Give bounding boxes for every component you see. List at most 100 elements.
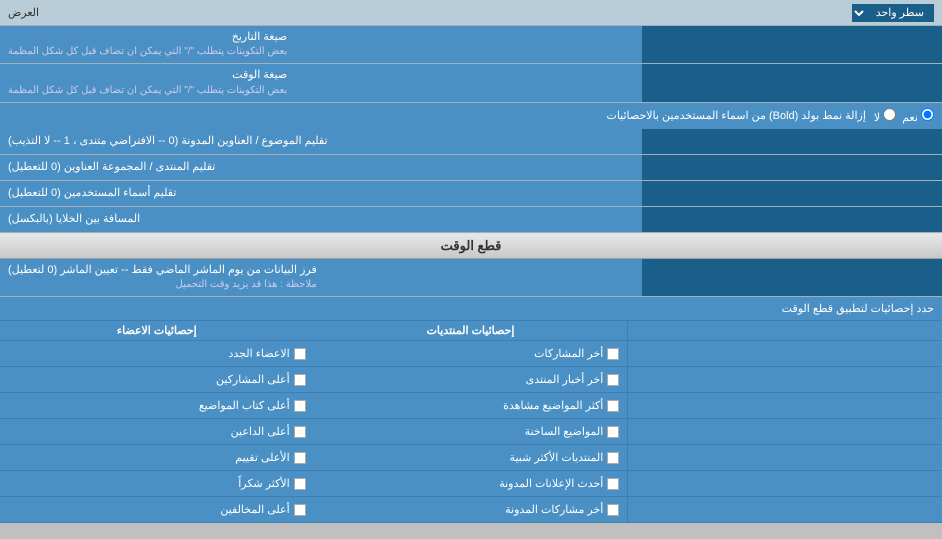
- stat-item-row3-col2[interactable]: أكثر المواضيع مشاهدة: [322, 397, 620, 414]
- bold-yes-label[interactable]: نعم: [902, 108, 934, 124]
- time-format-input-wrapper[interactable]: H:i: [642, 64, 942, 101]
- checkbox-icon-5-2[interactable]: [607, 452, 619, 464]
- col-spacing-row: 2 المسافة بين الخلايا (بالبكسل): [0, 207, 942, 233]
- stats-row-1: أخر المشاركات الاعضاء الجدد: [0, 341, 942, 367]
- time-limit-input[interactable]: 0: [650, 270, 934, 284]
- checkbox-icon-6-2[interactable]: [607, 478, 619, 490]
- stat-label-6-3: الأكثر شكراً: [238, 477, 289, 490]
- topic-address-input[interactable]: 33: [650, 134, 934, 148]
- stats-row3-empty: [628, 393, 942, 418]
- checkbox-icon-4-2[interactable]: [607, 426, 619, 438]
- stat-item-row4-col3[interactable]: أعلى الداعين: [8, 423, 306, 440]
- stats-row7-empty: [628, 497, 942, 522]
- display-row: سطر واحدسطرينثلاثة أسطر العرض: [0, 0, 942, 26]
- stat-item-row2-col3[interactable]: أعلى المشاركين: [8, 371, 306, 388]
- forum-address-input[interactable]: 33: [650, 160, 934, 174]
- stats-row2-col2: أخر أخبار المنتدى: [314, 367, 629, 392]
- stat-label-3-3: أعلى كتاب المواضيع: [199, 399, 290, 412]
- stat-label-1-3: الاعضاء الجدد: [228, 347, 289, 360]
- checkbox-icon-3-3[interactable]: [294, 400, 306, 412]
- stats-row-7: أخر مشاركات المدونة أعلى المخالفين: [0, 497, 942, 523]
- stats-row7-col2: أخر مشاركات المدونة: [314, 497, 629, 522]
- stats-header-row: إحصائيات المنتديات إحصائيات الاعضاء: [0, 321, 942, 341]
- stats-row2-col3: أعلى المشاركين: [0, 367, 314, 392]
- bold-no-radio[interactable]: [883, 108, 896, 121]
- checkbox-icon-1-2[interactable]: [607, 348, 619, 360]
- checkbox-icon-2-3[interactable]: [294, 374, 306, 386]
- stat-item-row1-col2[interactable]: أخر المشاركات: [322, 345, 620, 362]
- stat-item-row3-col3[interactable]: أعلى كتاب المواضيع: [8, 397, 306, 414]
- forum-address-input-wrapper[interactable]: 33: [642, 155, 942, 180]
- stat-label-3-2: أكثر المواضيع مشاهدة: [503, 399, 603, 412]
- bold-yes-radio[interactable]: [921, 108, 934, 121]
- col-spacing-label: المسافة بين الخلايا (بالبكسل): [0, 207, 642, 232]
- stats-row6-col3: الأكثر شكراً: [0, 471, 314, 496]
- bold-remove-row: نعم لا إزالة نمط بولد (Bold) من اسماء ال…: [0, 103, 942, 129]
- stat-item-row5-col3[interactable]: الأعلى تقييم: [8, 449, 306, 466]
- stat-label-4-3: أعلى الداعين: [231, 425, 290, 438]
- stats-row4-col3: أعلى الداعين: [0, 419, 314, 444]
- stats-row-5: المنتديات الأكثر شبية الأعلى تقييم: [0, 445, 942, 471]
- stats-row6-col2: أحدث الإعلانات المدونة: [314, 471, 629, 496]
- stats-row-3: أكثر المواضيع مشاهدة أعلى كتاب المواضيع: [0, 393, 942, 419]
- user-names-input-wrapper[interactable]: 0: [642, 181, 942, 206]
- date-format-input[interactable]: d-m: [650, 38, 934, 52]
- checkbox-icon-4-3[interactable]: [294, 426, 306, 438]
- user-names-label: تقليم أسماء المستخدمين (0 للتعطيل): [0, 181, 642, 206]
- stat-item-row4-col2[interactable]: المواضيع الساخنة: [322, 423, 620, 440]
- topic-address-input-wrapper[interactable]: 33: [642, 129, 942, 154]
- checkbox-icon-3-2[interactable]: [607, 400, 619, 412]
- time-limit-label: فرز البيانات من يوم الماشر الماضي فقط --…: [0, 259, 642, 296]
- stats-header-forums: إحصائيات المنتديات: [314, 321, 629, 340]
- forum-address-label: تقليم المنتدى / المجموعة العناوين (0 للت…: [0, 155, 642, 180]
- stats-limit-section: حدد إحصائيات لتطبيق قطع الوقت: [0, 297, 942, 321]
- date-format-input-wrapper[interactable]: d-m: [642, 26, 942, 63]
- stats-row7-col3: أعلى المخالفين: [0, 497, 314, 522]
- date-format-row: d-m صيغة التاريخ بعض التكوينات يتطلب "/"…: [0, 26, 942, 64]
- stat-item-row6-col2[interactable]: أحدث الإعلانات المدونة: [322, 475, 620, 492]
- stats-row5-col3: الأعلى تقييم: [0, 445, 314, 470]
- display-select[interactable]: سطر واحدسطرينثلاثة أسطر: [852, 4, 934, 22]
- checkbox-icon-5-3[interactable]: [294, 452, 306, 464]
- display-select-wrapper[interactable]: سطر واحدسطرينثلاثة أسطر: [852, 4, 934, 22]
- stats-row1-empty: [628, 341, 942, 366]
- stats-row-2: أخر أخبار المنتدى أعلى المشاركين: [0, 367, 942, 393]
- bold-radio-group: نعم لا: [874, 108, 934, 124]
- stat-item-row5-col2[interactable]: المنتديات الأكثر شبية: [322, 449, 620, 466]
- stats-row2-empty: [628, 367, 942, 392]
- stat-label-6-2: أحدث الإعلانات المدونة: [499, 477, 603, 490]
- stat-item-row7-col3[interactable]: أعلى المخالفين: [8, 501, 306, 518]
- time-format-input[interactable]: H:i: [650, 76, 934, 90]
- col-spacing-input[interactable]: 2: [650, 212, 934, 226]
- stats-header-empty: [628, 321, 942, 340]
- checkbox-icon-2-2[interactable]: [607, 374, 619, 386]
- stats-header-members: إحصائيات الاعضاء: [0, 321, 314, 340]
- bold-no-label[interactable]: لا: [874, 108, 896, 124]
- time-format-label: صيغة الوقت بعض التكوينات يتطلب "/" التي …: [0, 64, 642, 101]
- stats-row6-empty: [628, 471, 942, 496]
- topic-address-row: 33 تقليم الموضوع / العناوين المدونة (0 -…: [0, 129, 942, 155]
- checkbox-icon-6-3[interactable]: [294, 478, 306, 490]
- stats-row3-col2: أكثر المواضيع مشاهدة: [314, 393, 629, 418]
- col-spacing-input-wrapper[interactable]: 2: [642, 207, 942, 232]
- stats-row4-empty: [628, 419, 942, 444]
- stat-item-row7-col2[interactable]: أخر مشاركات المدونة: [322, 501, 620, 518]
- checkbox-icon-7-3[interactable]: [294, 504, 306, 516]
- stat-label-7-2: أخر مشاركات المدونة: [505, 503, 603, 516]
- checkbox-icon-1-3[interactable]: [294, 348, 306, 360]
- user-names-input[interactable]: 0: [650, 186, 934, 200]
- stat-item-row1-col3[interactable]: الاعضاء الجدد: [8, 345, 306, 362]
- stat-label-4-2: المواضيع الساخنة: [525, 425, 604, 438]
- stats-row1-col3: الاعضاء الجدد: [0, 341, 314, 366]
- stat-label-1-2: أخر المشاركات: [534, 347, 603, 360]
- time-limit-row: 0 فرز البيانات من يوم الماشر الماضي فقط …: [0, 259, 942, 297]
- stat-item-row2-col2[interactable]: أخر أخبار المنتدى: [322, 371, 620, 388]
- forum-address-row: 33 تقليم المنتدى / المجموعة العناوين (0 …: [0, 155, 942, 181]
- stats-row5-empty: [628, 445, 942, 470]
- time-limit-input-wrapper[interactable]: 0: [642, 259, 942, 296]
- bold-remove-label: إزالة نمط بولد (Bold) من اسماء المستخدمي…: [8, 109, 866, 122]
- topic-address-label: تقليم الموضوع / العناوين المدونة (0 -- ا…: [0, 129, 642, 154]
- stat-item-row6-col3[interactable]: الأكثر شكراً: [8, 475, 306, 492]
- checkbox-icon-7-2[interactable]: [607, 504, 619, 516]
- stats-row3-col3: أعلى كتاب المواضيع: [0, 393, 314, 418]
